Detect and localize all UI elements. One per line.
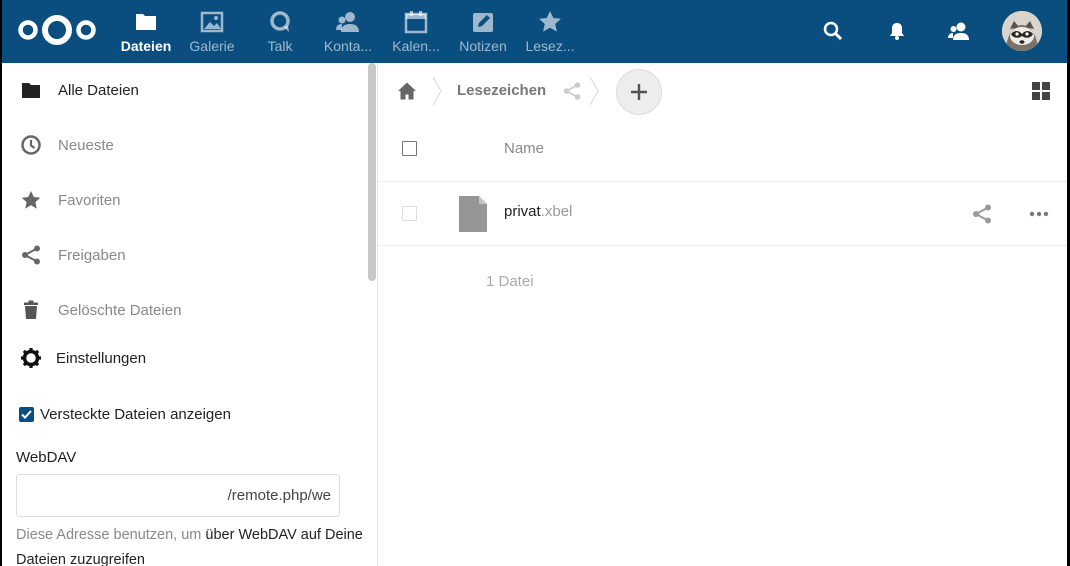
app-lesezeichen[interactable]: Lesez... xyxy=(518,8,582,58)
gear-icon xyxy=(21,348,41,368)
sidebar-item-label: Neueste xyxy=(58,136,114,154)
app-label: Konta... xyxy=(323,38,373,54)
app-label: Lesez... xyxy=(525,38,575,54)
webdav-hint: Diese Adresse benutzen, um über WebDAV a… xyxy=(16,523,366,566)
webdav-label: WebDAV xyxy=(16,449,77,466)
breadcrumb-separator-icon xyxy=(589,76,599,106)
sidebar-item-label: Alle Dateien xyxy=(58,81,139,99)
app-galerie[interactable]: Galerie xyxy=(180,8,244,58)
webdav-hint-text: Diese Adresse benutzen, um xyxy=(16,527,206,543)
show-hidden-label: Versteckte Dateien anzeigen xyxy=(40,406,231,423)
star-icon xyxy=(539,11,561,32)
sidebar-item-label: Freigaben xyxy=(58,246,126,264)
breadcrumb-lesezeichen[interactable]: Lesezeichen xyxy=(457,82,546,99)
talk-icon xyxy=(270,11,290,32)
calendar-icon xyxy=(404,11,428,34)
app-navigation: Alle Dateien Neueste Favoriten Freigaben… xyxy=(2,63,378,566)
show-hidden-files-option[interactable]: Versteckte Dateien anzeigen xyxy=(19,406,231,423)
app-kontakte[interactable]: Konta... xyxy=(316,8,380,58)
sidebar-item-freigaben[interactable]: Freigaben xyxy=(2,233,362,277)
file-basename: privat xyxy=(504,203,541,220)
file-row[interactable]: privat.xbel xyxy=(378,182,1067,246)
sidebar-item-label: Favoriten xyxy=(58,191,121,209)
folder-icon xyxy=(22,83,40,98)
folder-icon xyxy=(136,14,156,30)
more-actions-icon[interactable] xyxy=(1028,203,1050,225)
image-icon xyxy=(200,11,224,33)
sidebar-item-geloeschte-dateien[interactable]: Gelöschte Dateien xyxy=(2,288,362,332)
file-list-header: Name xyxy=(378,120,1067,182)
app-label: Notizen xyxy=(459,38,507,54)
breadcrumb-separator-icon xyxy=(432,76,442,106)
contacts-menu-icon[interactable] xyxy=(948,20,970,42)
trash-icon xyxy=(24,300,38,319)
app-dateien[interactable]: Dateien xyxy=(114,8,178,58)
select-all-checkbox[interactable] xyxy=(402,141,417,156)
sidebar-item-label: Gelöschte Dateien xyxy=(58,301,182,319)
new-file-button[interactable] xyxy=(616,69,662,115)
nextcloud-logo[interactable] xyxy=(16,10,98,50)
file-extension: .xbel xyxy=(540,203,573,220)
show-hidden-checkbox[interactable] xyxy=(19,407,34,422)
share-icon[interactable] xyxy=(971,203,993,225)
app-label: Dateien xyxy=(120,38,172,54)
app-label: Talk xyxy=(267,38,293,54)
bell-icon[interactable] xyxy=(886,20,908,42)
app-label: Galerie xyxy=(189,38,235,54)
app-notizen[interactable]: Notizen xyxy=(451,8,515,58)
settings-label: Einstellungen xyxy=(56,349,147,367)
settings-toggle[interactable]: Einstellungen xyxy=(20,347,146,369)
files-content: Lesezeichen Name privat.xbel 1 Datei xyxy=(378,63,1067,566)
file-name[interactable]: privat.xbel xyxy=(504,203,572,220)
app-label: Kalen... xyxy=(392,38,440,54)
notes-icon xyxy=(473,13,493,32)
webdav-url-field[interactable]: /remote.php/we xyxy=(16,474,340,517)
search-icon[interactable] xyxy=(822,20,844,42)
sidebar-item-alle-dateien[interactable]: Alle Dateien xyxy=(2,68,362,112)
nextcloud-window: Dateien Galerie Talk Konta... Kalen... N… xyxy=(2,0,1067,566)
sidebar-item-favoriten[interactable]: Favoriten xyxy=(2,178,362,222)
file-select-checkbox[interactable] xyxy=(402,206,417,221)
app-kalender[interactable]: Kalen... xyxy=(384,8,448,58)
column-name-header[interactable]: Name xyxy=(504,140,544,157)
avatar[interactable] xyxy=(1002,11,1042,51)
contacts-icon xyxy=(336,12,359,32)
grid-view-icon[interactable] xyxy=(1032,82,1050,100)
raccoon-avatar-image xyxy=(1002,11,1042,51)
share-icon xyxy=(22,245,40,265)
checkmark-icon xyxy=(21,410,32,419)
plus-icon xyxy=(631,84,647,100)
clock-icon xyxy=(21,135,41,155)
top-header: Dateien Galerie Talk Konta... Kalen... N… xyxy=(2,0,1067,63)
star-icon xyxy=(21,191,41,209)
home-icon[interactable] xyxy=(397,81,417,101)
file-icon xyxy=(459,196,487,232)
share-icon[interactable] xyxy=(562,81,582,101)
file-count-summary: 1 Datei xyxy=(486,273,534,290)
sidebar-scrollbar[interactable] xyxy=(368,63,376,281)
sidebar-item-neueste[interactable]: Neueste xyxy=(2,123,362,167)
app-talk[interactable]: Talk xyxy=(248,8,312,58)
